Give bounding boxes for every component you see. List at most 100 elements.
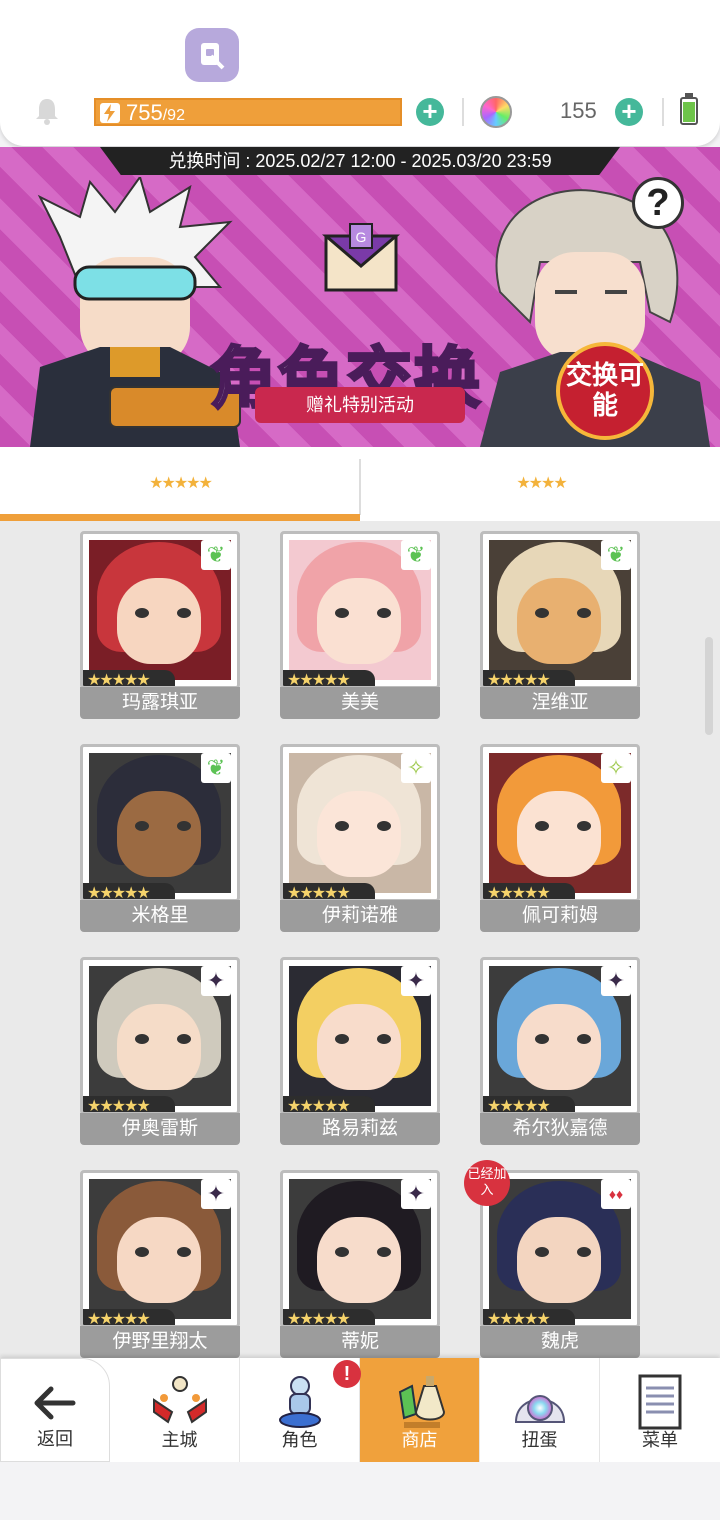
svg-text:G: G	[356, 229, 367, 245]
notification-badge: !	[333, 1360, 361, 1388]
energy-max: /92	[162, 107, 185, 124]
character-portrait: ✦ ★★★★★	[80, 1170, 240, 1328]
character-card[interactable]: ♦♦ ★★★★★ 魏虎 已经加入	[464, 1160, 640, 1358]
character-card[interactable]: ✦ ★★★★★ 蒂妮	[280, 1164, 440, 1358]
rainbow-gem-icon	[480, 96, 512, 128]
character-card[interactable]: ✧ ★★★★★ 佩可莉姆	[480, 738, 640, 932]
character-name: 伊野里翔太	[80, 1326, 240, 1358]
character-portrait: ❦ ★★★★★	[80, 531, 240, 689]
add-energy-button[interactable]: +	[416, 98, 444, 126]
divider	[462, 98, 464, 126]
character-portrait: ✦ ★★★★★	[280, 957, 440, 1115]
character-eyes	[535, 608, 591, 618]
rarity-tabs: ★★★★★ ★★★★	[0, 447, 720, 521]
dark-star-icon: ✦	[601, 966, 631, 996]
character-eyes	[135, 1247, 191, 1257]
main-city-icon	[152, 1376, 207, 1424]
system-nav-bar	[0, 1462, 720, 1520]
fire-icon: ♦♦	[601, 1179, 631, 1209]
character-eyes	[335, 821, 391, 831]
status-card: 755/92 + 155 +	[0, 0, 720, 146]
character-name: 伊奥雷斯	[80, 1113, 240, 1145]
back-button[interactable]: 返回	[0, 1358, 110, 1462]
gacha-orb-icon	[514, 1395, 565, 1423]
character-face	[517, 1217, 601, 1303]
back-label: 返回	[37, 1429, 73, 1449]
character-eyes	[335, 1247, 391, 1257]
app-switch-icon[interactable]	[185, 28, 239, 82]
character-face	[317, 578, 401, 664]
joined-badge: 已经加入	[464, 1160, 510, 1206]
nav-main-city[interactable]: 主城	[120, 1358, 240, 1462]
character-eyes	[335, 1034, 391, 1044]
exchange-available-seal: 交换可能	[556, 342, 654, 440]
menu-label: 菜单	[642, 1430, 678, 1450]
character-portrait: ❦ ★★★★★	[280, 531, 440, 689]
scrollbar[interactable]	[705, 637, 713, 735]
character-name: 佩可莉姆	[480, 900, 640, 932]
character-card[interactable]: ✦ ★★★★★ 伊野里翔太	[80, 1164, 240, 1358]
character-eyes	[535, 821, 591, 831]
character-face	[517, 1004, 601, 1090]
character-eyes	[135, 608, 191, 618]
exchange-time: 兑换时间 : 2025.02/27 12:00 - 2025.03/20 23:…	[100, 147, 620, 175]
nav-shop[interactable]: 商店	[360, 1358, 480, 1462]
character-card[interactable]: ❦ ★★★★★ 涅维亚	[480, 525, 640, 719]
energy-value: 755	[126, 100, 163, 125]
shop-label: 商店	[401, 1430, 438, 1450]
dark-star-icon: ✦	[401, 1179, 431, 1209]
character-grid: ❦ ★★★★★ 玛露琪亚 ❦ ★★★★★ 美美 ❦ ★★★★★ 涅维亚 ❦ ★★★★★ 米格里 ✧ ★★★…	[0, 521, 720, 1358]
character-name: 涅维亚	[480, 687, 640, 719]
character-card[interactable]: ✦ ★★★★★ 路易莉兹	[280, 951, 440, 1145]
tab-five-star[interactable]: ★★★★★	[0, 447, 360, 521]
back-arrow-icon	[34, 1386, 76, 1420]
character-card[interactable]: ✦ ★★★★★ 希尔狄嘉德	[480, 951, 640, 1145]
gem-count: 155	[560, 98, 597, 123]
character-name: 米格里	[80, 900, 240, 932]
leaf-icon: ❦	[401, 540, 431, 570]
character-card[interactable]: ❦ ★★★★★ 米格里	[80, 738, 240, 932]
divider	[662, 98, 664, 126]
character-card[interactable]: ✦ ★★★★★ 伊奥雷斯	[80, 951, 240, 1145]
character-name: 伊莉诺雅	[280, 900, 440, 932]
character-face	[117, 1217, 201, 1303]
sparkle-icon: ✧	[401, 753, 431, 783]
event-banner: 兑换时间 : 2025.02/27 12:00 - 2025.03/20 23:…	[0, 147, 720, 447]
character-card[interactable]: ✧ ★★★★★ 伊莉诺雅	[280, 738, 440, 932]
character-portrait: ✧ ★★★★★	[280, 744, 440, 902]
character-face	[117, 1004, 201, 1090]
gacha-label: 扭蛋	[521, 1430, 558, 1450]
character-face	[117, 791, 201, 877]
sparkle-icon: ✧	[601, 753, 631, 783]
character-face	[517, 791, 601, 877]
add-gem-button[interactable]: +	[615, 98, 643, 126]
character-portrait: ✦ ★★★★★	[280, 1170, 440, 1328]
shop-potion-icon	[398, 1376, 445, 1428]
status-area: 755/92 + 155 +	[0, 0, 720, 150]
character-face	[517, 578, 601, 664]
character-portrait: ❦ ★★★★★	[480, 531, 640, 689]
character-name: 美美	[280, 687, 440, 719]
bell-icon[interactable]	[32, 96, 62, 126]
character-name: 玛露琪亚	[80, 687, 240, 719]
nav-gacha[interactable]: 扭蛋	[480, 1358, 600, 1462]
character-eyes	[335, 608, 391, 618]
character-card[interactable]: ❦ ★★★★★ 玛露琪亚	[80, 525, 240, 719]
character-name: 希尔狄嘉德	[480, 1113, 640, 1145]
character-label: 角色	[281, 1430, 318, 1450]
help-button[interactable]: ?	[632, 177, 684, 229]
menu-list-icon	[638, 1374, 682, 1430]
dark-star-icon: ✦	[201, 966, 231, 996]
character-card[interactable]: ❦ ★★★★★ 美美	[280, 525, 440, 719]
energy-bar: 755/92	[94, 98, 402, 126]
character-eyes	[135, 1034, 191, 1044]
dark-star-icon: ✦	[401, 966, 431, 996]
nav-menu[interactable]: 菜单	[600, 1358, 720, 1462]
character-portrait: ✦ ★★★★★	[480, 957, 640, 1115]
character-name: 魏虎	[480, 1326, 640, 1358]
envelope-icon: G	[322, 223, 400, 292]
tab-four-star[interactable]: ★★★★	[361, 447, 720, 521]
leaf-icon: ❦	[601, 540, 631, 570]
character-face	[317, 1004, 401, 1090]
banner-subtitle: 赠礼特别活动	[255, 387, 465, 423]
